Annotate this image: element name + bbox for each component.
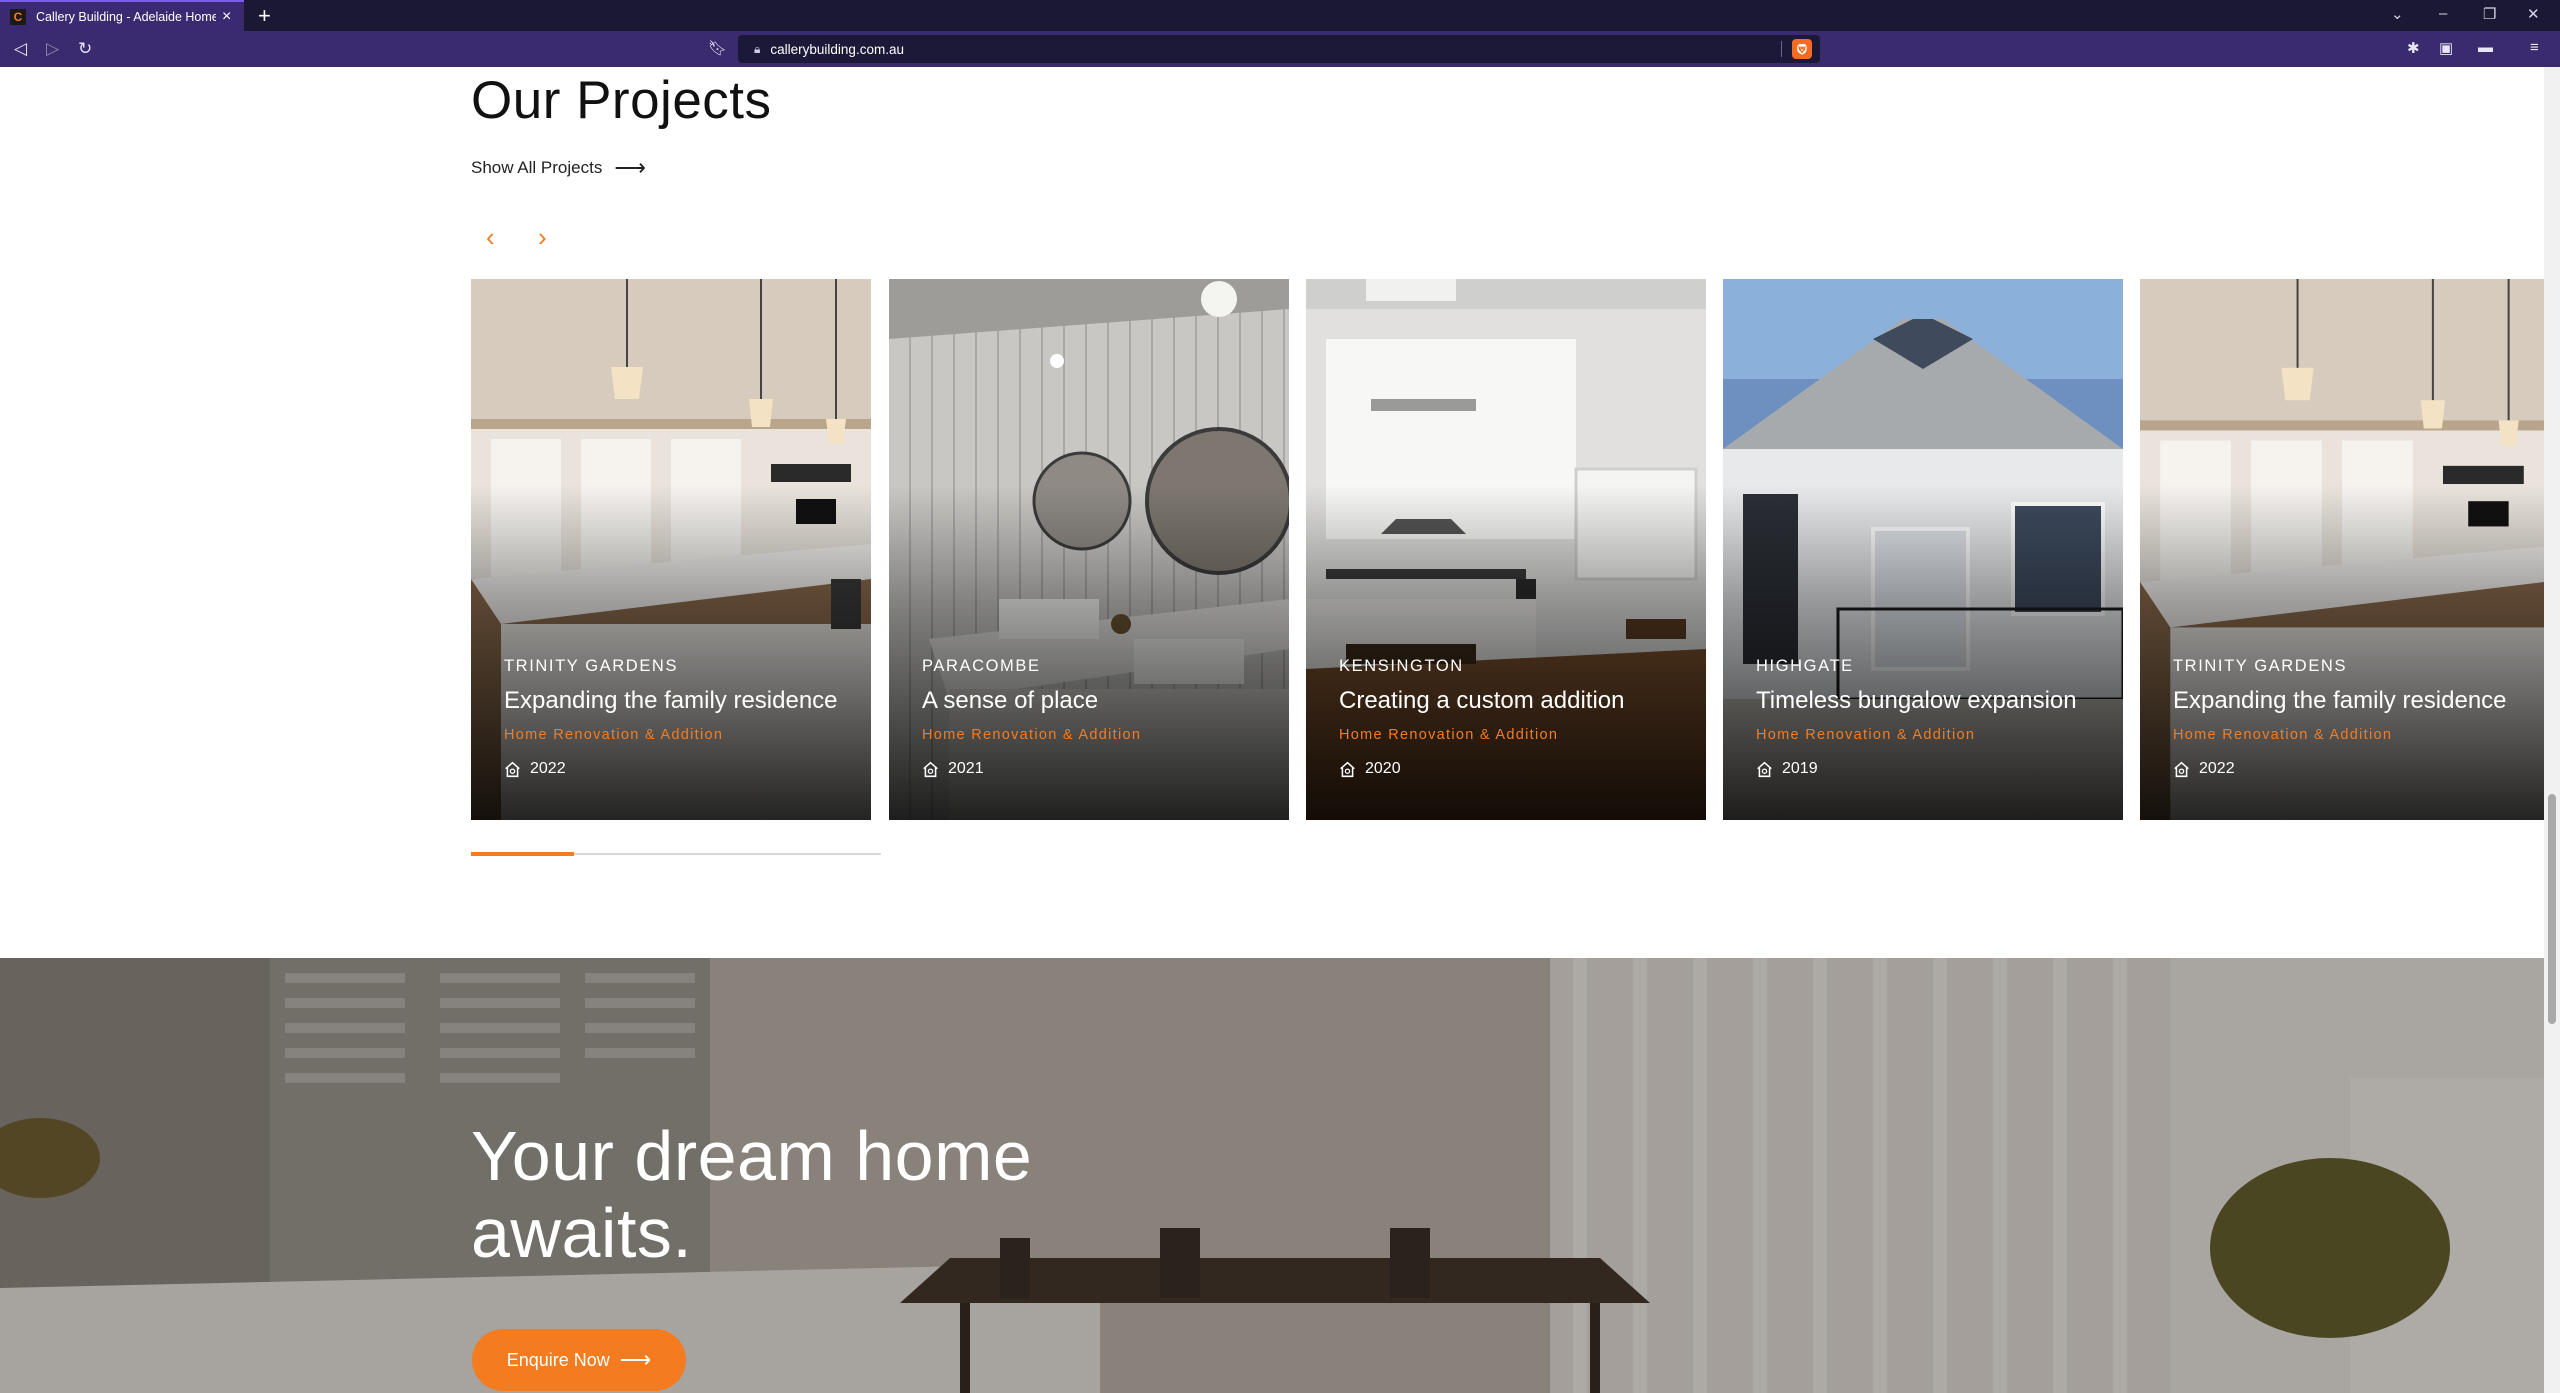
project-year: 2022 xyxy=(2173,760,2235,778)
browser-tab[interactable]: C Callery Building - Adelaide Home × xyxy=(0,0,244,31)
arrow-right-icon: ⟶ xyxy=(619,1347,652,1372)
scrollbar-thumb[interactable] xyxy=(2548,794,2556,1024)
project-title: A sense of place xyxy=(922,687,1099,714)
address-divider xyxy=(1781,41,1782,57)
minimize-icon[interactable]: – xyxy=(2439,5,2447,22)
project-category: Home Renovation & Addition xyxy=(504,727,724,743)
tab-title: Callery Building - Adelaide Home xyxy=(36,9,216,24)
back-icon[interactable]: ◁ xyxy=(14,39,27,59)
wallet-icon[interactable]: ▬ xyxy=(2478,39,2493,56)
show-all-label: Show All Projects xyxy=(471,158,603,177)
project-card[interactable]: HIGHGATE Timeless bungalow expansion Hom… xyxy=(1723,279,2123,820)
project-year-value: 2019 xyxy=(1782,760,1818,777)
project-location: PARACOMBE xyxy=(922,657,1041,675)
project-card[interactable]: PARACOMBE A sense of place Home Renovati… xyxy=(889,279,1289,820)
project-year-value: 2022 xyxy=(2199,760,2235,777)
slider-progress-fill xyxy=(471,852,574,856)
project-title: Timeless bungalow expansion xyxy=(1756,687,2077,714)
banner-photo-dining-room xyxy=(0,958,2544,1393)
project-year: 2020 xyxy=(1339,760,1401,778)
forward-icon[interactable]: ▷ xyxy=(46,39,59,59)
house-icon xyxy=(923,761,938,777)
window-close-icon[interactable]: ✕ xyxy=(2527,5,2540,23)
sidebar-icon[interactable]: ▣ xyxy=(2439,39,2453,57)
address-bar[interactable]: 🔒︎ callerybuilding.com.au 🦁︎ xyxy=(738,35,1820,63)
project-year: 2022 xyxy=(504,760,566,778)
project-title: Expanding the family residence xyxy=(2173,687,2507,714)
new-tab-icon[interactable]: + xyxy=(258,3,271,29)
house-icon xyxy=(1757,761,1772,777)
browser-toolbar: ◁ ▷ ↻ 🔖︎ 🔒︎ callerybuilding.com.au 🦁︎ ✱ … xyxy=(0,31,2560,67)
house-icon xyxy=(2174,761,2189,777)
menu-icon[interactable]: ≡ xyxy=(2530,39,2539,56)
lock-icon: 🔒︎ xyxy=(754,41,761,56)
project-title: Creating a custom addition xyxy=(1339,687,1625,714)
extensions-icon[interactable]: ✱ xyxy=(2407,39,2420,57)
tab-close-icon[interactable]: × xyxy=(222,8,231,26)
project-location: HIGHGATE xyxy=(1756,657,1854,675)
arrow-right-icon: ⟶ xyxy=(614,155,646,180)
enquire-now-label: Enquire Now xyxy=(506,1349,610,1370)
restore-icon[interactable]: ❐ xyxy=(2483,5,2496,23)
slider-progress-track[interactable] xyxy=(471,852,881,856)
project-location: KENSINGTON xyxy=(1339,657,1464,675)
page-viewport: Our Projects Show All Projects ⟶ ‹ › TRI… xyxy=(0,67,2544,1393)
reload-icon[interactable]: ↻ xyxy=(78,39,92,59)
url-text[interactable]: callerybuilding.com.au xyxy=(770,42,904,57)
project-location: TRINITY GARDENS xyxy=(504,657,679,675)
project-card[interactable]: TRINITY GARDENS Expanding the family res… xyxy=(2140,279,2544,820)
show-all-projects-link[interactable]: Show All Projects ⟶ xyxy=(471,155,646,181)
cta-banner: Your dream home awaits. Enquire Now ⟶ xyxy=(0,958,2544,1393)
page-scrollbar[interactable] xyxy=(2544,67,2560,1393)
section-title: Our Projects xyxy=(471,71,772,130)
house-icon xyxy=(1340,761,1355,777)
project-category: Home Renovation & Addition xyxy=(1339,727,1559,743)
house-icon xyxy=(505,761,520,777)
project-category: Home Renovation & Addition xyxy=(2173,727,2393,743)
slider-prev-button[interactable]: ‹ xyxy=(486,222,495,253)
project-year: 2019 xyxy=(1756,760,1818,778)
enquire-now-button[interactable]: Enquire Now ⟶ xyxy=(472,1329,686,1391)
project-year-value: 2020 xyxy=(1365,760,1401,777)
project-title: Expanding the family residence xyxy=(504,687,838,714)
project-year-value: 2022 xyxy=(530,760,566,777)
project-card[interactable]: KENSINGTON Creating a custom addition Ho… xyxy=(1306,279,1706,820)
site-favicon-icon: C xyxy=(10,8,26,25)
project-year: 2021 xyxy=(922,760,984,778)
brave-shield-icon[interactable]: 🦁︎ xyxy=(1792,39,1812,59)
browser-tab-strip: C Callery Building - Adelaide Home × + ⌄… xyxy=(0,0,2560,31)
project-category: Home Renovation & Addition xyxy=(1756,727,1976,743)
project-card[interactable]: TRINITY GARDENS Expanding the family res… xyxy=(471,279,871,820)
slider-next-button[interactable]: › xyxy=(538,222,547,253)
bookmark-icon[interactable]: 🔖︎ xyxy=(708,39,727,57)
tab-search-chevron-icon[interactable]: ⌄ xyxy=(2391,5,2404,23)
project-location: TRINITY GARDENS xyxy=(2173,657,2348,675)
banner-heading: Your dream home awaits. xyxy=(471,1117,1033,1272)
project-category: Home Renovation & Addition xyxy=(922,727,1142,743)
project-year-value: 2021 xyxy=(948,760,984,777)
